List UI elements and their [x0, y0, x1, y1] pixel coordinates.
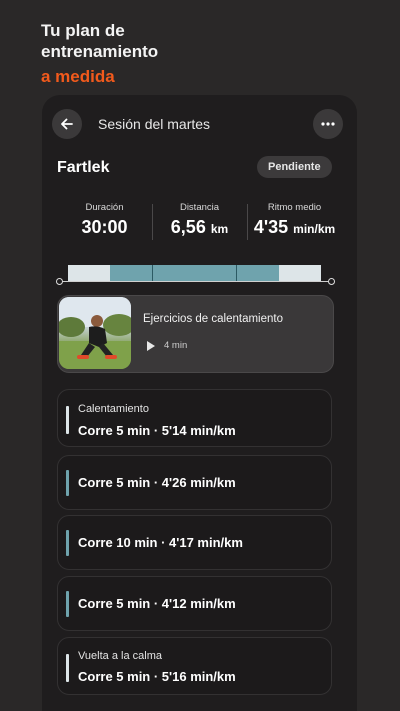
- more-options-button[interactable]: [313, 109, 343, 139]
- header-line-2: entrenamiento: [41, 42, 159, 61]
- step-card-effort[interactable]: Corre 10 min · 4'17 min/km: [57, 515, 332, 570]
- header-line-1: Tu plan de: [41, 21, 125, 40]
- step-card-effort[interactable]: Corre 5 min · 4'26 min/km: [57, 455, 332, 510]
- intensity-profile: [56, 265, 335, 285]
- stats-row: Duración 30:00 Distancia 6,56 km Ritmo m…: [57, 202, 342, 242]
- step-intensity-bar: [66, 470, 69, 496]
- profile-end-dot: [328, 278, 335, 285]
- video-thumbnail: [59, 297, 131, 369]
- more-horizontal-icon: [321, 122, 335, 126]
- profile-start-dot: [56, 278, 63, 285]
- step-text: Corre 10 min · 4'17 min/km: [78, 535, 243, 550]
- profile-segment-cooldown: [279, 265, 321, 281]
- marketing-header: Tu plan de entrenamiento a medida: [41, 20, 158, 87]
- step-text: Corre 5 min · 4'12 min/km: [78, 596, 236, 611]
- step-text: Corre 5 min · 5'16 min/km: [78, 669, 236, 684]
- warmup-video-card[interactable]: Ejercicios de calentamiento 4 min: [57, 295, 334, 373]
- header-accent: a medida: [41, 67, 115, 86]
- video-duration-text: 4 min: [164, 340, 188, 351]
- step-text: Corre 5 min · 4'26 min/km: [78, 475, 236, 490]
- video-duration: 4 min: [143, 340, 187, 351]
- step-intensity-bar: [66, 654, 69, 682]
- step-card-warmup[interactable]: Calentamiento Corre 5 min · 5'14 min/km: [57, 389, 332, 447]
- stat-value: 6,56 km: [170, 217, 229, 237]
- workout-name: Fartlek: [57, 159, 110, 176]
- profile-axis: [58, 281, 333, 282]
- back-button[interactable]: [52, 109, 82, 139]
- profile-segment-warmup: [68, 265, 110, 281]
- step-intensity-bar: [66, 530, 69, 556]
- stat-duration: Duración 30:00: [57, 202, 152, 242]
- stat-unit: min/km: [293, 222, 336, 236]
- step-card-cooldown[interactable]: Vuelta a la calma Corre 5 min · 5'16 min…: [57, 637, 332, 695]
- arrow-left-icon: [61, 118, 73, 130]
- stat-distance: Distancia 6,56 km: [152, 202, 247, 242]
- step-text: Corre 5 min · 5'14 min/km: [78, 423, 236, 438]
- stat-label: Duración: [85, 202, 124, 213]
- step-intensity-bar: [66, 591, 69, 617]
- session-panel: Sesión del martes Fartlek Pendiente Dura…: [42, 95, 357, 711]
- status-badge: Pendiente: [257, 156, 332, 178]
- stat-pace: Ritmo medio 4'35 min/km: [247, 202, 342, 242]
- play-icon: [147, 340, 155, 351]
- step-label: Calentamiento: [78, 403, 149, 415]
- stat-label: Ritmo medio: [267, 202, 322, 213]
- runner-stretching-image: [59, 297, 131, 369]
- step-label: Vuelta a la calma: [78, 650, 162, 662]
- stat-label: Distancia: [179, 202, 220, 213]
- step-card-effort[interactable]: Corre 5 min · 4'12 min/km: [57, 576, 332, 631]
- stat-unit: km: [210, 222, 229, 236]
- profile-segment-effort: [110, 265, 153, 281]
- stat-value: 30:00: [81, 217, 128, 237]
- step-intensity-bar: [66, 406, 69, 434]
- profile-segment-effort: [153, 265, 237, 281]
- session-title: Sesión del martes: [98, 116, 211, 132]
- stat-value: 4'35 min/km: [253, 217, 336, 237]
- profile-segment-effort: [237, 265, 279, 281]
- video-title: Ejercicios de calentamiento: [143, 313, 283, 325]
